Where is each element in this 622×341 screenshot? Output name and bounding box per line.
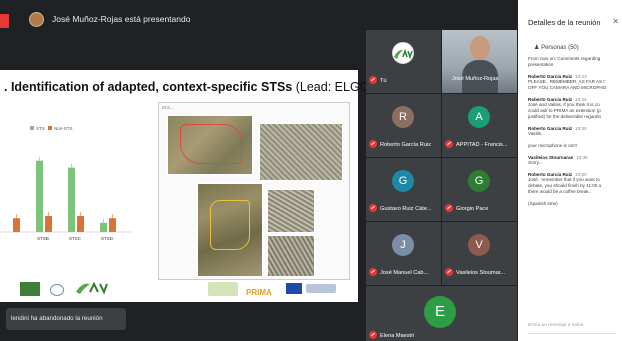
chat-message: (Spanish time) <box>528 201 558 206</box>
participant-tile-self[interactable]: Tú <box>366 30 441 93</box>
x-tick-label: STSD <box>101 236 114 241</box>
leaf-logo-icon <box>394 48 413 60</box>
bar-sts-stsb <box>36 160 43 232</box>
aerial-photo-4 <box>267 189 315 233</box>
people-icon: ♟ <box>534 45 540 51</box>
participant-tile[interactable]: G Giorgio Pace <box>442 158 517 221</box>
bar-nonsts-stsb <box>45 215 52 232</box>
leaf-logo-icon <box>76 281 108 295</box>
chat-input[interactable]: Envía un mensaje a todos <box>528 323 583 328</box>
mic-off-icon <box>445 140 453 148</box>
logo-strip: PRIMA <box>0 276 358 302</box>
bar-nonsts-stsd <box>109 218 116 232</box>
panel-title: Detalles de la reunión <box>528 18 601 27</box>
aerial-photo-3 <box>197 183 263 277</box>
slide-title-text: . Identification of adapted, context-spe… <box>4 80 293 94</box>
participant-name: José Manuel Cab... <box>369 268 439 276</box>
mic-off-icon <box>369 268 377 276</box>
x-tick-label: STSC <box>69 236 82 241</box>
avatar: G <box>392 170 414 192</box>
participant-name: APPITAD - Francis... <box>445 140 515 148</box>
meeting-details-panel: Detalles de la reunión ✕ ♟ Personas (50)… <box>518 0 622 341</box>
slide-title: . Identification of adapted, context-spe… <box>4 80 374 94</box>
chart-legend-label-sts: STS <box>36 126 45 131</box>
chat-input-underline <box>528 333 616 334</box>
participant-name: Gustavo Ruiz Cáte... <box>369 204 439 212</box>
participant-tile[interactable]: R Roberto García Ruiz <box>366 94 441 157</box>
aerial-photo-2 <box>259 123 343 181</box>
bar-sts-stsc <box>68 167 75 232</box>
recording-indicator <box>0 14 9 28</box>
mic-off-icon <box>369 140 377 148</box>
people-tab[interactable]: ♟ Personas (50) <box>534 44 579 51</box>
mic-off-icon <box>445 268 453 276</box>
aerial-photo-5 <box>267 235 315 277</box>
avatar: E <box>424 296 456 328</box>
photo-3-boundary <box>210 200 250 250</box>
mic-off-icon <box>369 76 377 84</box>
mic-off-icon <box>369 331 377 339</box>
chart-legend-swatch-sts <box>30 126 34 130</box>
logo-4 <box>208 282 238 296</box>
presenter-avatar <box>29 12 44 27</box>
chat-messages: From now on: Comments regarding presenta… <box>528 56 622 316</box>
close-icon[interactable]: ✕ <box>612 17 619 26</box>
logo-1 <box>20 282 40 296</box>
presenting-label: José Muñoz-Rojas está presentando <box>52 14 191 24</box>
participant-tile[interactable]: G Gustavo Ruiz Cáte... <box>366 158 441 221</box>
chat-message: Roberto García Ruiz 10:23 PLEASE.. REMEMB… <box>528 74 607 90</box>
participant-name: Giorgio Pace <box>445 204 515 212</box>
leave-notification: lendini ha abandonado la reunión <box>6 308 126 330</box>
chat-message: Roberto García Ruiz 10:50 José.. remember… <box>528 172 602 194</box>
prima-logo-text: PRIMA <box>246 288 272 297</box>
slide-title-lead: (Lead: ELGO) <box>295 80 374 94</box>
photos-panel: STS... <box>158 102 350 280</box>
participant-tile[interactable]: V Vasileios Stoumar... <box>442 222 517 285</box>
video-person <box>470 36 490 60</box>
photo-1-boundary <box>180 124 242 164</box>
participant-name: Vasileios Stoumar... <box>445 268 515 276</box>
chat-message: From now on: Comments regarding presenta… <box>528 56 601 67</box>
meet-window: José Muñoz-Rojas está presentando . Iden… <box>0 0 622 341</box>
avatar: G <box>468 170 490 192</box>
avatar: R <box>392 106 414 128</box>
chat-message: Roberto García Ruiz 10:24 José and Valisi… <box>528 97 602 119</box>
shared-slide: . Identification of adapted, context-spe… <box>0 70 374 302</box>
participant-name: Tú <box>369 76 439 84</box>
chart-legend-label-nonsts: Non-STS <box>54 126 73 131</box>
logo-3 <box>74 280 108 296</box>
participant-tile-wide[interactable]: E Elena Maestri <box>366 286 517 341</box>
chart-legend-swatch-nonsts <box>48 126 52 130</box>
participant-tile[interactable]: A APPITAD - Francis... <box>442 94 517 157</box>
avatar: A <box>468 106 490 128</box>
aerial-photo-1 <box>167 115 253 175</box>
participant-name: Elena Maestri <box>369 331 515 339</box>
mic-off-icon <box>445 204 453 212</box>
participants-grid: Tú José Muñoz-Rojas R Roberto García Rui… <box>366 30 517 341</box>
photos-label: STS... <box>162 105 174 110</box>
participant-name: Roberto García Ruiz <box>369 140 439 148</box>
avatar: J <box>392 234 414 256</box>
mic-off-icon <box>369 204 377 212</box>
participant-tile[interactable]: J José Manuel Cab... <box>366 222 441 285</box>
avatar <box>392 42 414 64</box>
avatar: V <box>468 234 490 256</box>
bar-nonsts-first <box>13 218 20 232</box>
bar-nonsts-stsc <box>77 215 84 232</box>
logo-5 <box>306 284 336 293</box>
participant-name: José Muñoz-Rojas <box>452 76 499 82</box>
eu-flag-icon <box>286 283 302 294</box>
chat-message: Vasileios Stournaras 10:38 Sorry... <box>528 155 588 165</box>
presenting-bar: José Muñoz-Rojas está presentando <box>0 0 365 38</box>
bar-sts-stsd <box>100 222 107 232</box>
x-tick-label: STSB <box>37 236 49 241</box>
logo-prima: PRIMA <box>246 282 286 297</box>
chat-message: your microphone is on!!! <box>528 143 578 148</box>
logo-2 <box>50 284 64 296</box>
bar-chart: STS Non-STS STSB STSC STSD <box>0 126 132 241</box>
chat-message: Roberto García Ruiz 10:35 Vasilis... <box>528 126 587 136</box>
participant-tile-video[interactable]: José Muñoz-Rojas <box>442 30 517 93</box>
